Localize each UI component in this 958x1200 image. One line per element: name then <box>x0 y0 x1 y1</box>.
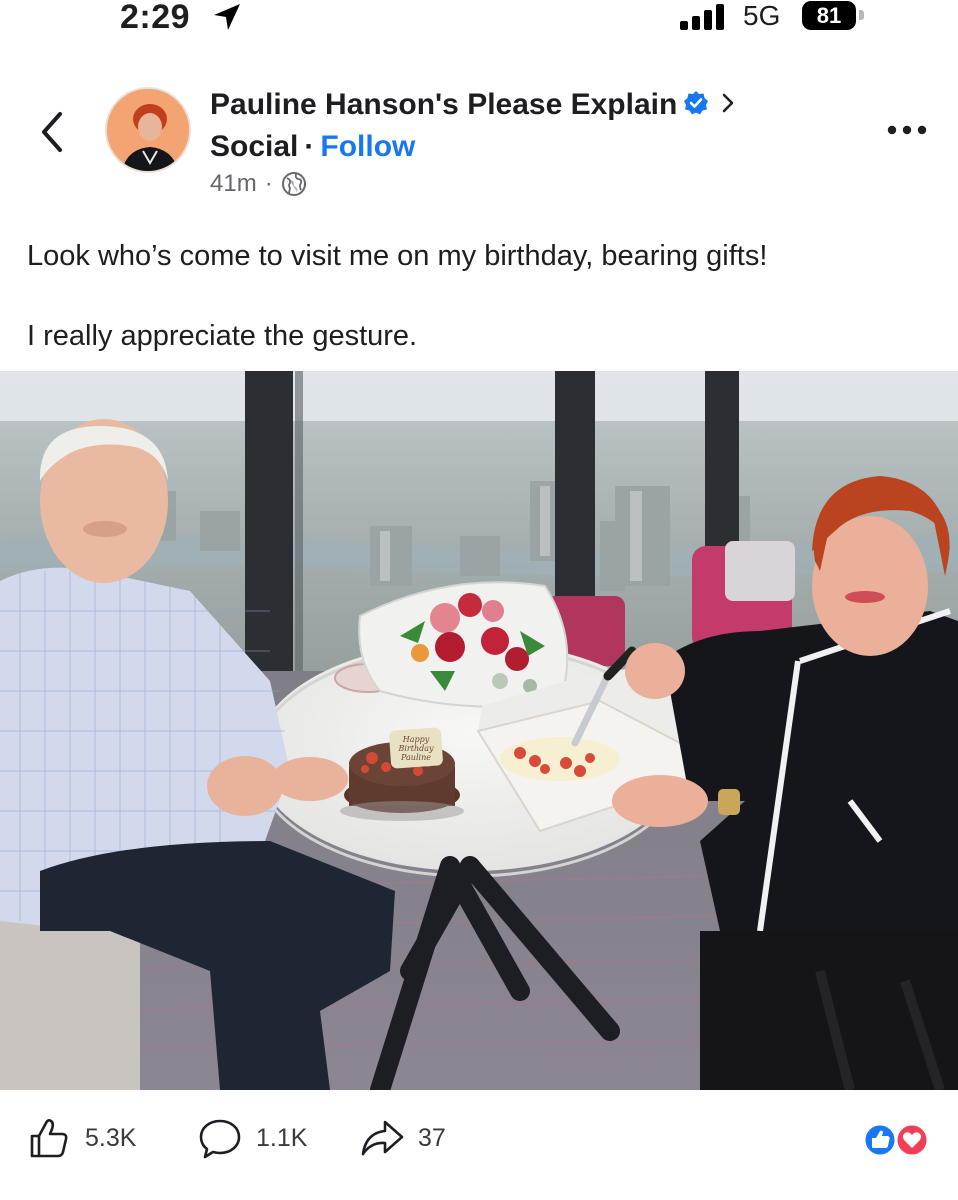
battery-level: 81 <box>816 3 842 28</box>
page-name-social[interactable]: Social <box>210 130 298 163</box>
more-options-icon[interactable] <box>886 120 928 140</box>
comment-bubble-icon <box>199 1119 241 1159</box>
like-count: 5.3K <box>85 1123 137 1152</box>
post-photo[interactable]: Happy Birthday Pauline <box>0 371 958 1090</box>
cellular-signal-icon <box>680 4 728 30</box>
share-count: 37 <box>418 1123 446 1152</box>
verified-badge-icon <box>684 91 709 115</box>
like-button[interactable]: 5.3K <box>27 1116 136 1160</box>
page-name-line2: Social · Follow <box>210 126 770 168</box>
cake-message-line: Happy <box>402 735 430 744</box>
chevron-right-icon[interactable] <box>721 92 735 114</box>
page-name[interactable]: Pauline Hanson's Please Explain Social · F… <box>210 84 770 168</box>
post-text-line: Look who’s come to visit me on my birthd… <box>27 240 768 272</box>
post-text-line: I really appreciate the gesture. <box>27 320 418 352</box>
thumbs-up-icon <box>30 1119 68 1158</box>
post-timestamp[interactable]: 41m <box>210 170 257 198</box>
back-button[interactable] <box>36 108 68 156</box>
separator-dot: · <box>264 170 273 197</box>
reaction-summary[interactable] <box>860 1122 932 1158</box>
network-type: 5G <box>743 0 781 31</box>
avatar[interactable] <box>105 87 191 173</box>
battery-icon: 81 <box>802 1 856 30</box>
location-arrow-icon <box>214 4 240 30</box>
status-bar: 2:29 5G 81 <box>0 0 958 40</box>
status-time: 2:29 <box>120 0 191 36</box>
cake-message-line: Pauline <box>400 753 431 762</box>
comment-button[interactable]: 1.1K <box>198 1116 307 1160</box>
engagement-bar: 5.3K 1.1K 37 <box>0 1108 958 1168</box>
post-meta: 41m · <box>210 170 307 198</box>
globe-icon <box>281 172 306 196</box>
page-name-text[interactable]: Pauline Hanson's Please Explain <box>210 88 677 121</box>
share-arrow-icon <box>361 1120 404 1156</box>
separator-dot: · <box>304 130 315 163</box>
comment-count: 1.1K <box>256 1123 308 1152</box>
battery-tip <box>859 10 864 20</box>
cake-message-line: Birthday <box>397 744 434 753</box>
photo-scene: Happy Birthday Pauline <box>0 371 958 1090</box>
follow-button[interactable]: Follow <box>320 130 415 163</box>
share-button[interactable]: 37 <box>360 1116 446 1160</box>
avatar-photo <box>107 89 189 171</box>
